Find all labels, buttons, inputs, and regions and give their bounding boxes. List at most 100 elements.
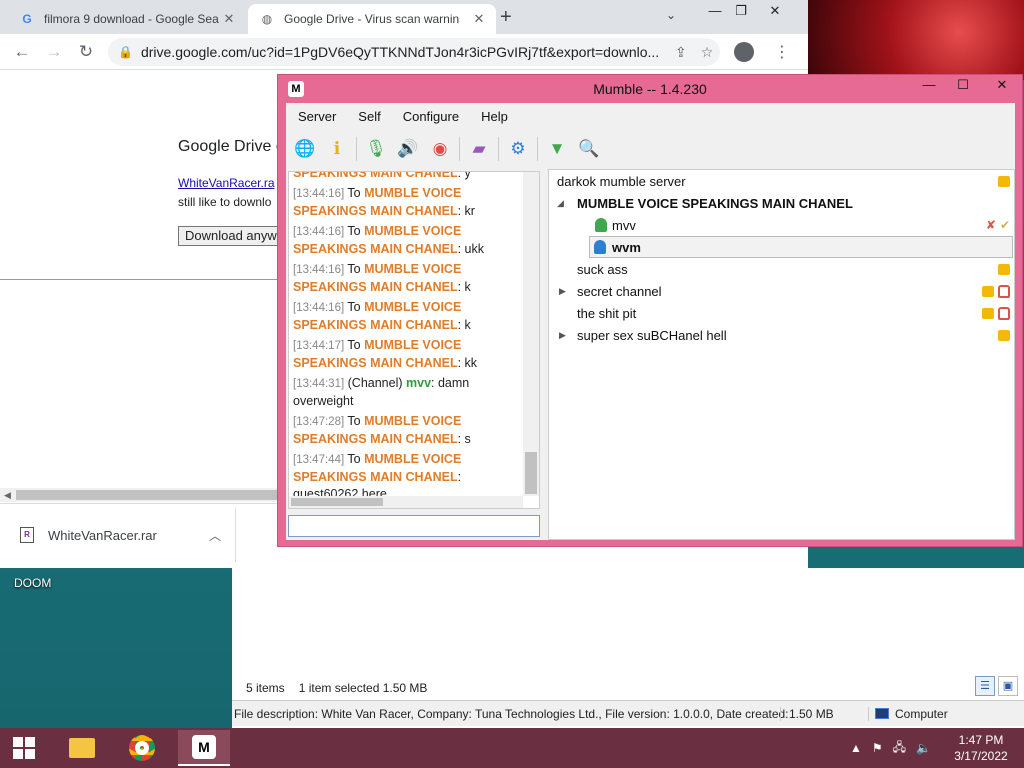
url-text: drive.google.com/uc?id=1PgDV6eQyTTKNNdTJ…	[140, 44, 660, 60]
more-menu-icon[interactable]: ⋮	[774, 42, 790, 62]
chat-vertical-scrollbar[interactable]	[523, 172, 539, 496]
volume-icon[interactable]: 🔈	[916, 741, 931, 755]
expand-arrow-icon[interactable]: ▶	[559, 330, 566, 341]
user-name: mvv	[612, 217, 636, 233]
globe-icon[interactable]: 🌐	[292, 136, 318, 162]
comment-icon[interactable]: ▰	[466, 136, 492, 162]
mumble-taskbar-icon[interactable]: M	[178, 730, 230, 766]
scroll-left-icon[interactable]: ◀	[4, 488, 11, 502]
new-tab-icon[interactable]: +	[500, 6, 512, 29]
tree-channel-suck-ass[interactable]: suck ass	[549, 258, 1014, 280]
chat-message: [13:44:16] To MUMBLE VOICE SPEAKINGS MAI…	[293, 300, 471, 332]
file-link[interactable]: WhiteVanRacer.ra	[178, 176, 275, 190]
scroll-thumb[interactable]	[16, 490, 280, 500]
channel-name: secret channel	[577, 283, 662, 299]
tree-server-row[interactable]: darkok mumble server	[549, 170, 1014, 192]
minimize-icon[interactable]: —	[912, 75, 946, 97]
tab-search-chevron-icon[interactable]: ⌄	[666, 8, 676, 22]
chat-input[interactable]	[288, 515, 540, 537]
maximize-icon[interactable]: ☐	[946, 75, 980, 97]
location: Computer	[868, 706, 948, 721]
close-tab-icon[interactable]: ✕	[470, 11, 488, 27]
divider	[0, 279, 280, 280]
tree-channel-main[interactable]: ◢ MUMBLE VOICE SPEAKINGS MAIN CHANEL	[549, 192, 1014, 214]
page-horizontal-scrollbar[interactable]: ◀	[0, 488, 280, 502]
view-switcher: ☰ ▣	[975, 676, 1018, 696]
close-tab-icon[interactable]: ✕	[220, 11, 238, 27]
chat-horizontal-scrollbar[interactable]	[289, 496, 523, 508]
comment-icon[interactable]	[982, 307, 994, 319]
scroll-thumb[interactable]	[291, 498, 383, 506]
details-view-icon[interactable]: ☰	[975, 676, 995, 696]
expand-arrow-icon[interactable]: ▶	[559, 286, 566, 297]
tree-user-wvm[interactable]: wvm	[589, 236, 1013, 258]
selection-info: 1 item selected 1.50 MB	[298, 681, 428, 695]
close-window-icon[interactable]: ✕	[982, 75, 1022, 97]
download-anyway-button[interactable]: Download anyw	[178, 226, 288, 246]
user-link[interactable]: mvv	[406, 376, 431, 390]
bookmark-star-icon[interactable]: ☆	[701, 44, 714, 61]
reload-icon[interactable]: ↻	[74, 40, 98, 64]
channel-tree: darkok mumble server ◢ MUMBLE VOICE SPEA…	[548, 169, 1015, 540]
chevron-up-icon[interactable]: ︿	[209, 527, 221, 544]
show-hidden-icons-icon[interactable]: ▲	[850, 741, 862, 755]
record-icon[interactable]: ◉	[427, 136, 453, 162]
desktop-icon-doom[interactable]: DOOM	[14, 576, 74, 590]
chat-log-pane[interactable]: SPEAKINGS MAIN CHANEL: y [13:44:16] To M…	[288, 171, 540, 509]
large-icons-view-icon[interactable]: ▣	[998, 676, 1018, 696]
forward-icon[interactable]: →	[42, 40, 66, 64]
tree-channel-super[interactable]: ▶ super sex suBCHanel hell	[549, 324, 1014, 346]
clock[interactable]: 1:47 PM 3/17/2022	[948, 732, 1014, 764]
globe-icon: ◍	[261, 12, 273, 26]
mumble-window: M Mumble -- 1.4.230 — ☐ ✕ Server Self Co…	[277, 74, 1023, 547]
tree-channel-secret[interactable]: ▶ secret channel	[549, 280, 1014, 302]
filter-icon[interactable]: ▼	[544, 136, 570, 162]
speaker-icon[interactable]: 🔊	[395, 136, 421, 162]
microphone-icon[interactable]: 🎙	[363, 136, 389, 162]
share-icon[interactable]: ⇪	[675, 44, 687, 61]
menu-configure[interactable]: Configure	[403, 109, 459, 124]
mumble-body: Server Self Configure Help 🌐 ℹ 🎙 🔊 ◉ ▰ ⚙…	[286, 103, 1015, 540]
clock-date: 3/17/2022	[954, 749, 1008, 763]
profile-avatar-icon[interactable]	[734, 42, 754, 62]
info-icon[interactable]: ℹ	[324, 136, 350, 162]
menu-self[interactable]: Self	[358, 109, 380, 124]
address-bar[interactable]: 🔒 drive.google.com/uc?id=1PgDV6eQyTTKNNd…	[108, 38, 720, 66]
comment-icon[interactable]	[998, 175, 1010, 187]
file-explorer-taskbar-icon[interactable]	[56, 730, 108, 766]
back-icon[interactable]: ←	[10, 40, 34, 64]
network-icon[interactable]: 🖧	[893, 738, 906, 759]
channel-name: suck ass	[577, 261, 628, 277]
chat-log: SPEAKINGS MAIN CHANEL: y [13:44:16] To M…	[293, 171, 523, 506]
menu-server[interactable]: Server	[298, 109, 336, 124]
file-size: 1.50 MB	[780, 706, 834, 721]
chat-message: [13:47:28] To MUMBLE VOICE SPEAKINGS MAI…	[293, 414, 471, 446]
tab-google-drive[interactable]: ◍ Google Drive - Virus scan warnin ✕	[248, 4, 496, 34]
menu-help[interactable]: Help	[481, 109, 508, 124]
comment-icon[interactable]	[982, 285, 994, 297]
chat-message: [13:44:16] To MUMBLE VOICE SPEAKINGS MAI…	[293, 224, 484, 256]
close-window-icon[interactable]: ✕	[752, 0, 798, 24]
action-center-flag-icon[interactable]: ⚑	[872, 741, 883, 755]
download-item[interactable]: R WhiteVanRacer.rar ︿	[8, 508, 236, 562]
search-icon[interactable]: 🔍	[576, 136, 602, 162]
collapse-arrow-icon[interactable]: ◢	[557, 198, 564, 209]
lock-icon	[998, 284, 1010, 298]
chat-message: SPEAKINGS MAIN CHANEL: y	[293, 171, 471, 180]
separator	[356, 137, 357, 161]
settings-icon[interactable]: ⚙	[505, 136, 531, 162]
user-icon	[595, 218, 607, 232]
mumble-toolbar: 🌐 ℹ 🎙 🔊 ◉ ▰ ⚙ ▼ 🔍	[286, 129, 1015, 169]
comment-icon[interactable]	[998, 263, 1010, 275]
chrome-taskbar-icon[interactable]	[116, 730, 168, 766]
tree-channel-shit-pit[interactable]: the shit pit	[549, 302, 1014, 324]
channel-name: super sex suBCHanel hell	[577, 327, 727, 343]
tab-filmora[interactable]: G filmora 9 download - Google Sea ✕	[8, 4, 246, 34]
mumble-titlebar: M Mumble -- 1.4.230 — ☐ ✕	[278, 75, 1022, 103]
scroll-thumb[interactable]	[525, 452, 537, 494]
comment-icon[interactable]	[998, 329, 1010, 341]
server-name: darkok mumble server	[557, 173, 686, 189]
tree-user-mvv[interactable]: mvv ✘ ✔	[549, 214, 1014, 236]
start-button[interactable]	[0, 728, 48, 768]
download-filename: WhiteVanRacer.rar	[48, 527, 157, 543]
